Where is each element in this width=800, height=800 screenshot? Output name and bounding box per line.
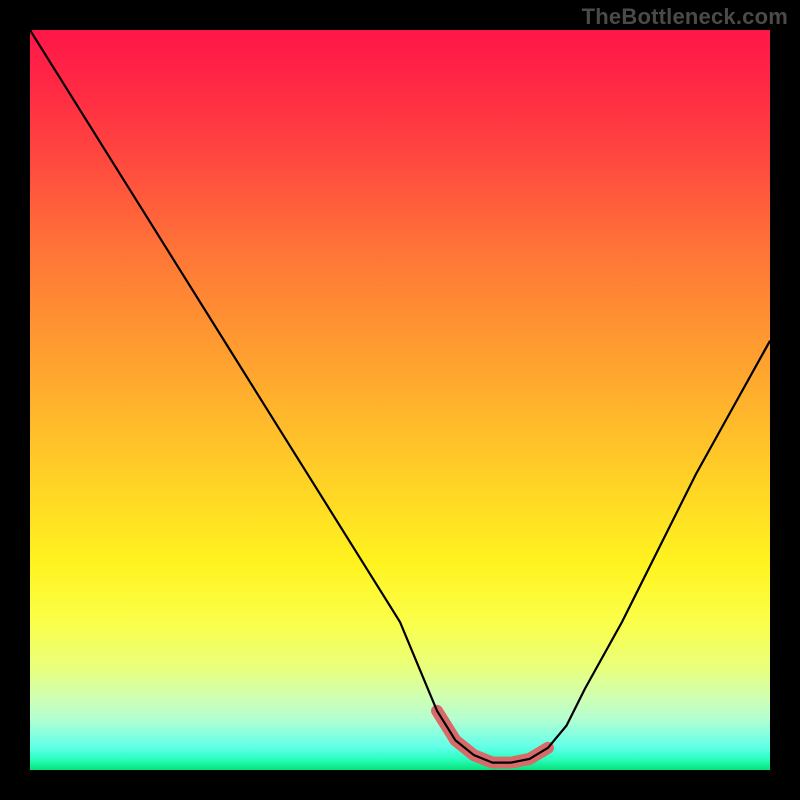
curve-layer: [30, 30, 770, 770]
bottleneck-curve: [30, 30, 770, 763]
watermark-text: TheBottleneck.com: [582, 4, 788, 30]
chart-frame: TheBottleneck.com: [0, 0, 800, 800]
plot-area: [30, 30, 770, 770]
